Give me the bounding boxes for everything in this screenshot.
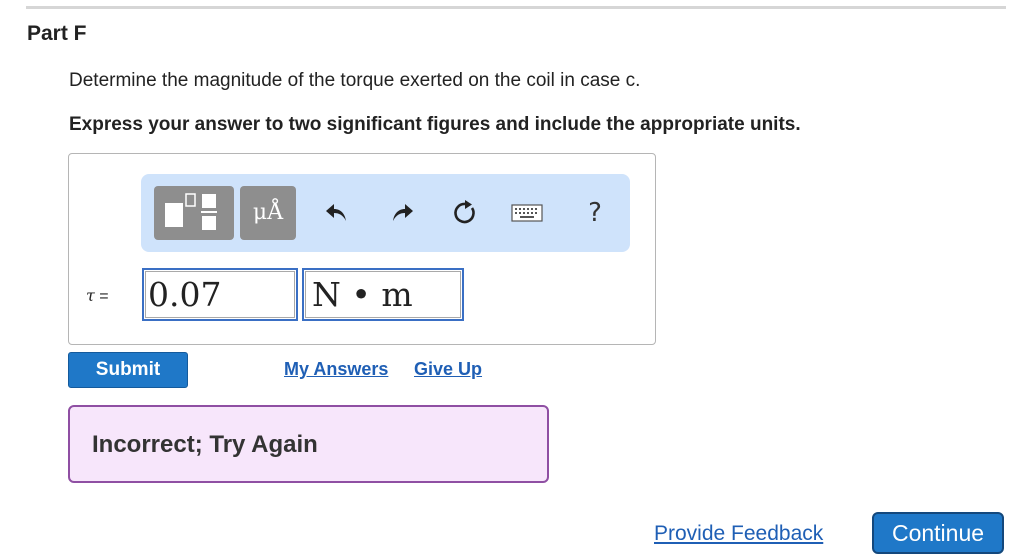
units-icon: μÅ xyxy=(252,200,284,225)
answer-instruction: Express your answer to two significant f… xyxy=(69,114,801,135)
top-divider xyxy=(26,6,1006,9)
tau-symbol: τ xyxy=(86,286,95,305)
templates-icon xyxy=(165,193,217,230)
my-answers-link[interactable]: My Answers xyxy=(284,359,388,380)
answer-variable-label: τ = xyxy=(86,286,109,306)
question-prompt: Determine the magnitude of the torque ex… xyxy=(69,70,641,91)
continue-button[interactable]: Continue xyxy=(872,512,1004,554)
answer-value-input[interactable]: 0.07 xyxy=(142,268,298,321)
redo-button[interactable] xyxy=(385,196,419,230)
help-button[interactable]: ? xyxy=(578,196,612,230)
units-button[interactable]: μÅ xyxy=(240,186,296,240)
equals-sign: = xyxy=(94,288,109,305)
answer-units-input[interactable]: N • m xyxy=(302,268,464,321)
answer-box: μÅ ? τ = 0.07 N • m xyxy=(68,153,656,345)
feedback-box: Incorrect; Try Again xyxy=(68,405,549,483)
keyboard-icon xyxy=(511,204,543,222)
reset-button[interactable] xyxy=(448,196,482,230)
math-toolbar: μÅ ? xyxy=(141,174,630,252)
redo-icon xyxy=(393,204,413,221)
provide-feedback-link[interactable]: Provide Feedback xyxy=(654,522,823,546)
templates-button[interactable] xyxy=(154,186,234,240)
submit-button[interactable]: Submit xyxy=(68,352,188,388)
feedback-message: Incorrect; Try Again xyxy=(92,431,318,458)
help-icon: ? xyxy=(588,198,602,228)
part-title: Part F xyxy=(27,22,87,45)
undo-button[interactable] xyxy=(320,196,354,230)
keyboard-button[interactable] xyxy=(510,196,544,230)
give-up-link[interactable]: Give Up xyxy=(414,359,482,380)
undo-icon xyxy=(326,204,346,221)
reset-icon xyxy=(454,200,475,224)
